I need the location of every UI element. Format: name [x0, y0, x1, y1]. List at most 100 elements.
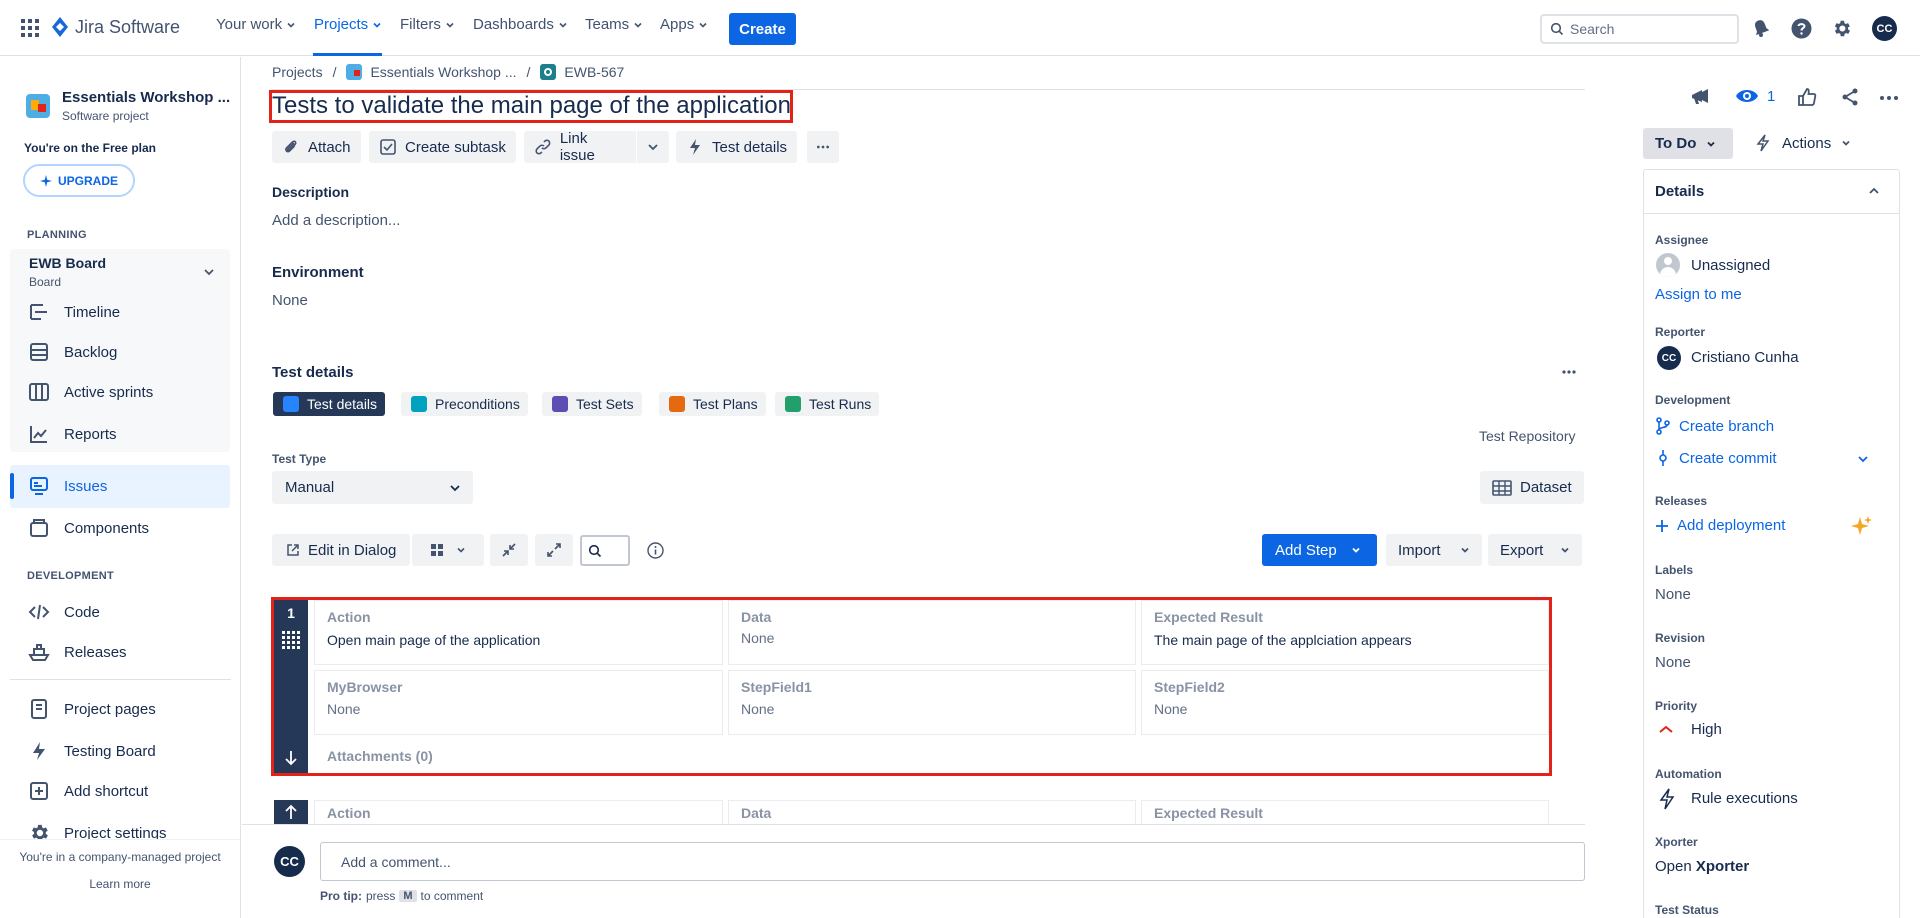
sidebar-item-reports[interactable]: Reports	[28, 423, 117, 445]
feedback-megaphone-icon[interactable]	[1690, 87, 1712, 107]
jira-logo[interactable]: Jira Software	[51, 16, 180, 38]
attach-button[interactable]: Attach	[272, 131, 361, 163]
ai-sparkle-icon[interactable]	[1851, 515, 1873, 537]
app-switcher-icon[interactable]	[21, 19, 39, 37]
more-horizontal-icon[interactable]	[1880, 96, 1898, 100]
actions-dropdown[interactable]: Actions	[1754, 134, 1851, 152]
description-field[interactable]: Add a description...	[272, 212, 400, 229]
learn-more-link[interactable]: Learn more	[0, 877, 240, 891]
tab-test-details[interactable]: Test details	[273, 392, 386, 416]
more-horizontal-icon[interactable]	[1562, 370, 1576, 374]
create-commit-link[interactable]: Create commit	[1655, 449, 1777, 467]
search-placeholder: Search	[1570, 21, 1615, 37]
environment-value[interactable]: None	[272, 292, 308, 309]
edit-in-dialog-button[interactable]: Edit in Dialog	[272, 534, 411, 566]
status-dropdown[interactable]: To Do	[1643, 128, 1733, 159]
sidebar-item-add-shortcut[interactable]: Add shortcut	[28, 780, 148, 802]
tab-test-sets[interactable]: Test Sets	[542, 392, 642, 416]
collapse-button[interactable]	[490, 534, 528, 566]
step-expected-cell[interactable]: Expected Result	[1141, 800, 1549, 824]
project-sidebar: Essentials Workshop ... Software project…	[0, 57, 241, 918]
settings-gear-icon[interactable]	[1831, 18, 1852, 39]
user-avatar[interactable]: CC	[1872, 16, 1897, 41]
sidebar-item-releases[interactable]: Releases	[28, 641, 127, 663]
create-subtask-button[interactable]: Create subtask	[369, 131, 516, 163]
assign-to-me-link[interactable]: Assign to me	[1655, 286, 1742, 303]
breadcrumb-issue[interactable]: EWB-567	[540, 64, 624, 80]
arrow-up-icon[interactable]	[284, 804, 298, 820]
sidebar-item-active-sprints[interactable]: Active sprints	[28, 381, 153, 403]
breadcrumb-separator: /	[332, 64, 337, 80]
revision-value[interactable]: None	[1655, 654, 1691, 671]
nav-projects[interactable]: Projects	[314, 16, 382, 33]
automation-value[interactable]: Rule executions	[1691, 790, 1798, 807]
step-action-cell[interactable]: Action	[314, 800, 723, 824]
nav-dashboards[interactable]: Dashboards	[473, 16, 568, 33]
sidebar-item-issues[interactable]: Issues	[28, 475, 107, 497]
test-details-header: Test details	[272, 364, 354, 381]
add-step-button[interactable]: Add Step	[1262, 534, 1377, 566]
info-icon[interactable]	[647, 542, 664, 559]
sparkle-icon	[39, 174, 52, 187]
nav-teams[interactable]: Teams	[585, 16, 643, 33]
sidebar-item-label: Components	[64, 519, 150, 537]
tab-test-plans[interactable]: Test Plans	[659, 392, 766, 416]
upgrade-button[interactable]: UPGRADE	[23, 164, 135, 197]
sidebar-item-backlog[interactable]: Backlog	[28, 341, 117, 363]
nav-your-work[interactable]: Your work	[216, 16, 296, 33]
step-data-cell[interactable]: Data	[728, 800, 1136, 824]
help-icon[interactable]	[1791, 18, 1812, 39]
sidebar-item-code[interactable]: Code	[28, 601, 100, 623]
planning-header: PLANNING	[27, 229, 87, 241]
chevron-down-icon[interactable]	[203, 266, 215, 278]
search-input[interactable]: Search	[1540, 14, 1739, 44]
tab-test-runs[interactable]: Test Runs	[775, 392, 880, 416]
breadcrumb-project[interactable]: Essentials Workshop ...	[346, 64, 517, 80]
sidebar-item-project-pages[interactable]: Project pages	[28, 698, 156, 720]
link-issue-button[interactable]: Link issue	[524, 130, 636, 164]
breadcrumb-projects[interactable]: Projects	[272, 64, 323, 80]
board-name[interactable]: EWB Board	[29, 255, 106, 271]
sidebar-item-timeline[interactable]: Timeline	[28, 301, 120, 323]
timeline-icon	[30, 304, 47, 320]
sidebar-item-testing-board[interactable]: Testing Board	[28, 740, 156, 762]
test-type-select[interactable]: Manual	[272, 471, 473, 504]
labels-value[interactable]: None	[1655, 586, 1691, 603]
nav-filters[interactable]: Filters	[400, 16, 455, 33]
more-actions-button[interactable]	[807, 131, 839, 163]
export-button[interactable]: Export	[1488, 534, 1582, 566]
xporter-link[interactable]: Open Xporter	[1655, 858, 1749, 875]
test-issue-type-icon	[540, 64, 557, 80]
issue-title[interactable]: Tests to validate the main page of the a…	[272, 92, 791, 120]
link-issue-dropdown[interactable]	[637, 131, 669, 163]
layout-toggle-button[interactable]	[412, 534, 484, 566]
share-icon[interactable]	[1840, 87, 1860, 107]
expand-button[interactable]	[535, 534, 573, 566]
nav-apps[interactable]: Apps	[660, 16, 708, 33]
dataset-button[interactable]: Dataset	[1480, 471, 1584, 504]
button-label: Export	[1500, 541, 1544, 559]
expand-icon	[547, 543, 561, 557]
step-search-input[interactable]	[580, 535, 630, 566]
test-details-button[interactable]: Test details	[676, 131, 798, 163]
test-repository-label[interactable]: Test Repository	[1479, 428, 1575, 444]
import-button[interactable]: Import	[1386, 534, 1482, 566]
notifications-icon[interactable]	[1751, 18, 1771, 38]
thumbs-up-icon[interactable]	[1797, 87, 1817, 107]
add-deployment-link[interactable]: Add deployment	[1655, 517, 1785, 534]
pro-tip-label: Pro tip:	[320, 889, 362, 903]
chevron-down-icon[interactable]	[1857, 453, 1869, 465]
priority-value[interactable]: High	[1691, 721, 1722, 738]
breadcrumb-issue-label: EWB-567	[564, 64, 625, 80]
project-name[interactable]: Essentials Workshop ...	[62, 89, 230, 106]
create-button[interactable]: Create	[729, 13, 796, 45]
comment-input[interactable]: Add a comment...	[320, 842, 1585, 881]
create-branch-link[interactable]: Create branch	[1655, 417, 1774, 435]
chevron-up-icon[interactable]	[1868, 185, 1880, 197]
sidebar-item-components[interactable]: Components	[28, 517, 149, 539]
steps-highlight	[271, 597, 1552, 776]
reporter-value[interactable]: Cristiano Cunha	[1691, 349, 1799, 366]
assignee-value[interactable]: Unassigned	[1691, 257, 1770, 274]
tab-preconditions[interactable]: Preconditions	[401, 392, 528, 416]
watchers-button[interactable]: 1	[1735, 87, 1775, 105]
